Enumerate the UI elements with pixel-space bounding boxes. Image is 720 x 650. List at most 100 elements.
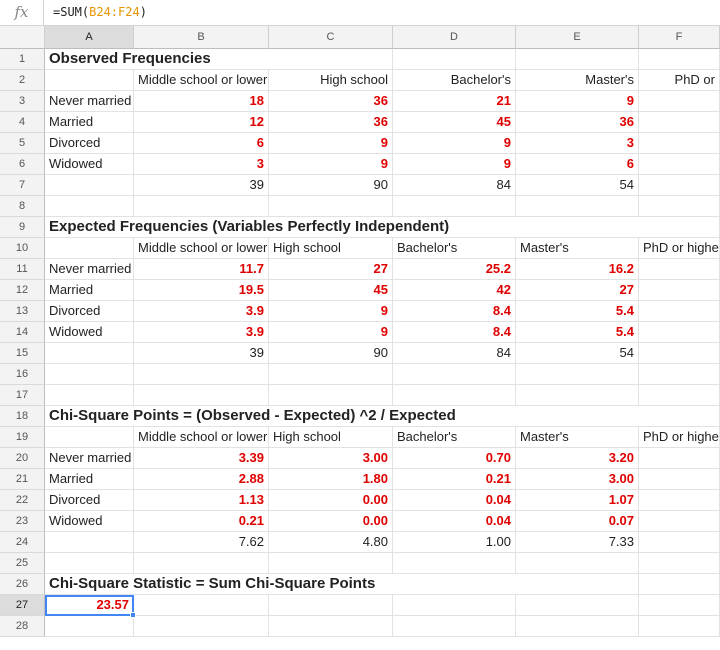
row-header[interactable]: 7 [0,175,45,196]
row-header[interactable]: 17 [0,385,45,406]
fill-handle[interactable] [130,612,136,618]
cell-c3[interactable]: 36 [269,91,393,112]
cell[interactable] [639,595,720,616]
cell-c24[interactable]: 4.80 [269,532,393,553]
cell[interactable] [269,49,393,70]
cell-e4[interactable]: 36 [516,112,639,133]
select-all-corner[interactable] [0,26,45,49]
cell-b13[interactable]: 3.9 [134,301,269,322]
cell[interactable] [639,511,720,532]
cell-a18-title[interactable]: Chi-Square Points = (Observed - Expected… [45,406,639,427]
cell[interactable] [45,70,134,91]
row-header[interactable]: 26 [0,574,45,595]
cell-d3[interactable]: 21 [393,91,516,112]
cell[interactable] [134,553,269,574]
cell[interactable] [45,175,134,196]
cell[interactable] [639,301,720,322]
cell-f2[interactable]: PhD or [639,70,720,91]
row-header[interactable]: 27 [0,595,45,616]
cell-a4[interactable]: Married [45,112,134,133]
row-header[interactable]: 28 [0,616,45,637]
column-header-d[interactable]: D [393,26,516,49]
cell[interactable] [269,196,393,217]
column-header-f[interactable]: F [639,26,720,49]
cell-c14[interactable]: 9 [269,322,393,343]
cell-a26-title[interactable]: Chi-Square Statistic = Sum Chi-Square Po… [45,574,516,595]
cell[interactable] [516,553,639,574]
cell-c2[interactable]: High school [269,70,393,91]
cell[interactable] [639,280,720,301]
cell[interactable] [269,553,393,574]
cell[interactable] [639,553,720,574]
cell-d4[interactable]: 45 [393,112,516,133]
cell[interactable] [269,385,393,406]
cell-b23[interactable]: 0.21 [134,511,269,532]
row-header[interactable]: 1 [0,49,45,70]
cell[interactable] [269,616,393,637]
cell-b4[interactable]: 12 [134,112,269,133]
cell-c12[interactable]: 45 [269,280,393,301]
cell-c11[interactable]: 27 [269,259,393,280]
cell-c6[interactable]: 9 [269,154,393,175]
cell[interactable] [516,385,639,406]
cell-a6[interactable]: Widowed [45,154,134,175]
cell[interactable] [45,385,134,406]
cell-e14[interactable]: 5.4 [516,322,639,343]
column-header-c[interactable]: C [269,26,393,49]
cell[interactable] [516,595,639,616]
cell[interactable] [639,49,720,70]
cell-c5[interactable]: 9 [269,133,393,154]
cell-e23[interactable]: 0.07 [516,511,639,532]
cell[interactable] [639,364,720,385]
formula-input[interactable]: =SUM(B24:F24) [53,0,147,25]
cell-f10[interactable]: PhD or higher [639,238,720,259]
cell[interactable] [639,196,720,217]
cell[interactable] [639,406,720,427]
cell-b2[interactable]: Middle school or lower [134,70,269,91]
cell[interactable] [516,49,639,70]
cell[interactable] [269,364,393,385]
cell-c20[interactable]: 3.00 [269,448,393,469]
column-header-b[interactable]: B [134,26,269,49]
cell[interactable] [639,490,720,511]
cell-b3[interactable]: 18 [134,91,269,112]
cell-a22[interactable]: Divorced [45,490,134,511]
cell-d15[interactable]: 84 [393,343,516,364]
row-header[interactable]: 16 [0,364,45,385]
cell-d23[interactable]: 0.04 [393,511,516,532]
cell-a27-chi-square-statistic[interactable]: 23.57 [45,595,136,618]
cell[interactable] [134,364,269,385]
row-header[interactable]: 2 [0,70,45,91]
cell-d22[interactable]: 0.04 [393,490,516,511]
row-header[interactable]: 13 [0,301,45,322]
cell[interactable] [516,616,639,637]
cell[interactable] [45,427,134,448]
cell-c7[interactable]: 90 [269,175,393,196]
row-header[interactable]: 10 [0,238,45,259]
cell-a3[interactable]: Never married [45,91,134,112]
row-header[interactable]: 12 [0,280,45,301]
cell-c13[interactable]: 9 [269,301,393,322]
cell[interactable] [639,133,720,154]
cell-e5[interactable]: 3 [516,133,639,154]
cell[interactable] [393,616,516,637]
cell[interactable] [639,616,720,637]
cell-a5[interactable]: Divorced [45,133,134,154]
cell[interactable] [393,595,516,616]
cell[interactable] [639,574,720,595]
cell-d11[interactable]: 25.2 [393,259,516,280]
cell[interactable] [134,595,269,616]
row-header[interactable]: 23 [0,511,45,532]
cell-b14[interactable]: 3.9 [134,322,269,343]
cell-a23[interactable]: Widowed [45,511,134,532]
cell[interactable] [393,385,516,406]
cell[interactable] [45,238,134,259]
cell-c22[interactable]: 0.00 [269,490,393,511]
cell[interactable] [516,364,639,385]
cell-d10[interactable]: Bachelor's [393,238,516,259]
cell-e15[interactable]: 54 [516,343,639,364]
cell-e22[interactable]: 1.07 [516,490,639,511]
row-header[interactable]: 21 [0,469,45,490]
cell[interactable] [516,196,639,217]
cell[interactable] [45,364,134,385]
